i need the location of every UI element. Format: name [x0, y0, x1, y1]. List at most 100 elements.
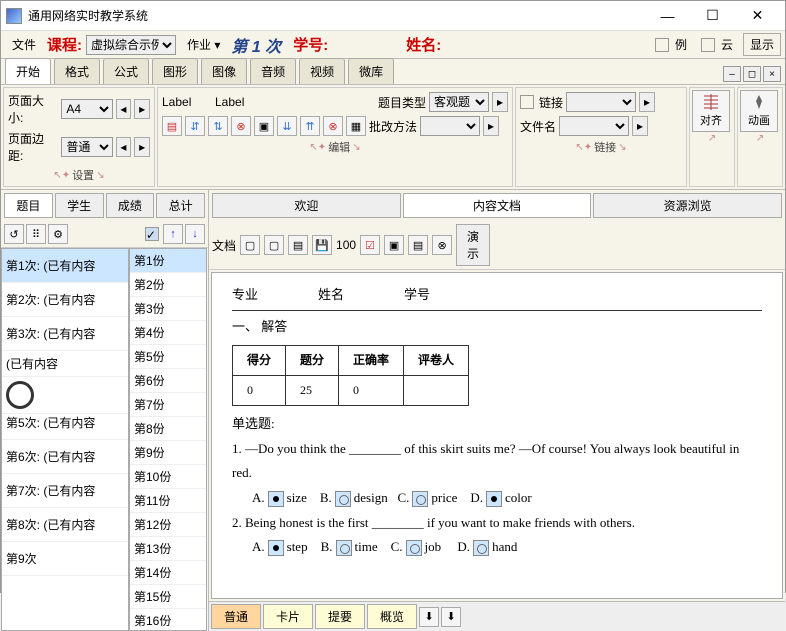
tab-video[interactable]: 视频: [299, 58, 345, 84]
bottom-btn-2[interactable]: ⬇: [441, 607, 461, 627]
btab-overview[interactable]: 概览: [367, 604, 417, 629]
align-button[interactable]: 对齐: [692, 90, 730, 132]
list-item[interactable]: 第2次: (已有内容: [2, 283, 128, 317]
list-item[interactable]: 第9份: [130, 441, 206, 465]
list-item[interactable]: 第3次: (已有内容: [2, 317, 128, 351]
page-margin-next[interactable]: ▸: [134, 137, 150, 157]
cloud-checkbox[interactable]: [701, 38, 715, 52]
list-item[interactable]: 第1次: (已有内容: [2, 249, 128, 283]
left-tab-question[interactable]: 题目: [4, 193, 53, 218]
right-tab-resource[interactable]: 资源浏览: [593, 193, 782, 218]
radio-q2-d[interactable]: [473, 540, 489, 556]
tab-format[interactable]: 格式: [54, 58, 100, 84]
list-item-loading[interactable]: [2, 377, 128, 414]
display-button[interactable]: 显示: [743, 33, 781, 56]
list-item[interactable]: 第11份: [130, 489, 206, 513]
restore-ribbon-button[interactable]: ◻: [743, 66, 761, 82]
doc-btn-4[interactable]: ▣: [384, 235, 404, 255]
doc-btn-2[interactable]: ▢: [264, 235, 284, 255]
right-tab-content[interactable]: 内容文档: [403, 193, 592, 218]
close-ribbon-button[interactable]: ×: [763, 66, 781, 82]
radio-q2-b[interactable]: [336, 540, 352, 556]
edit-btn-4[interactable]: ⊗: [231, 116, 251, 136]
tab-image[interactable]: 图像: [201, 58, 247, 84]
edit-btn-7[interactable]: ⇈: [300, 116, 320, 136]
left-tool-1[interactable]: ↺: [4, 224, 24, 244]
list-item[interactable]: 第14份: [130, 561, 206, 585]
left-tab-total[interactable]: 总计: [156, 193, 205, 218]
left-tab-grade[interactable]: 成绩: [106, 193, 155, 218]
course-select[interactable]: 虚拟综合示例: [86, 35, 176, 55]
radio-q2-a[interactable]: [268, 540, 284, 556]
example-checkbox[interactable]: [655, 38, 669, 52]
list-item[interactable]: 第8次: (已有内容: [2, 508, 128, 542]
doc-btn-6[interactable]: ⊗: [432, 235, 452, 255]
tab-shape[interactable]: 图形: [152, 58, 198, 84]
filename-go[interactable]: ▸: [632, 116, 648, 136]
document-area[interactable]: 专业 姓名 学号 一、 解答 得分题分正确率评卷人 0250 单选题: 1. —…: [211, 272, 783, 599]
edit-btn-9[interactable]: ▦: [346, 116, 366, 136]
times-list[interactable]: 第1次: (已有内容 第2次: (已有内容 第3次: (已有内容 (已有内容 第…: [1, 248, 129, 631]
list-item[interactable]: 第2份: [130, 273, 206, 297]
left-check[interactable]: ✓: [145, 227, 159, 241]
edit-btn-1[interactable]: ▤: [162, 116, 182, 136]
list-item[interactable]: 第7次: (已有内容: [2, 474, 128, 508]
file-menu[interactable]: 文件: [5, 33, 43, 56]
doc-btn-5[interactable]: ▤: [408, 235, 428, 255]
present-button[interactable]: 演示: [456, 224, 490, 266]
batch-next[interactable]: ▸: [483, 116, 499, 136]
radio-q1-c[interactable]: [412, 491, 428, 507]
radio-q1-a[interactable]: [268, 491, 284, 507]
left-tool-3[interactable]: ⚙: [48, 224, 68, 244]
batch-select[interactable]: [420, 116, 480, 136]
edit-btn-3[interactable]: ⇅: [208, 116, 228, 136]
list-item[interactable]: 第5次: (已有内容: [2, 414, 128, 440]
page-size-prev[interactable]: ◂: [116, 99, 132, 119]
list-item[interactable]: (已有内容: [2, 351, 128, 377]
doc-check[interactable]: ☑: [360, 235, 380, 255]
list-item[interactable]: 第8份: [130, 417, 206, 441]
radio-q1-d[interactable]: [486, 491, 502, 507]
btab-summary[interactable]: 提要: [315, 604, 365, 629]
list-item[interactable]: 第7份: [130, 393, 206, 417]
qtype-select[interactable]: 客观题: [429, 92, 489, 112]
minimize-button[interactable]: —: [645, 2, 690, 30]
min-ribbon-button[interactable]: –: [723, 66, 741, 82]
list-item[interactable]: 第1份: [130, 249, 206, 273]
tab-start[interactable]: 开始: [5, 58, 51, 84]
doc-btn-3[interactable]: ▤: [288, 235, 308, 255]
bottom-btn-1[interactable]: ⬇: [419, 607, 439, 627]
up-button[interactable]: ↑: [163, 224, 183, 244]
tab-audio[interactable]: 音频: [250, 58, 296, 84]
page-size-next[interactable]: ▸: [134, 99, 150, 119]
left-tab-student[interactable]: 学生: [55, 193, 104, 218]
list-item[interactable]: 第16份: [130, 609, 206, 631]
page-margin-prev[interactable]: ◂: [116, 137, 132, 157]
doc-btn-1[interactable]: ▢: [240, 235, 260, 255]
list-item[interactable]: 第3份: [130, 297, 206, 321]
page-margin-select[interactable]: 普通: [61, 137, 112, 157]
list-item[interactable]: 第9次: [2, 542, 128, 576]
edit-btn-8[interactable]: ⊗: [323, 116, 343, 136]
list-item[interactable]: 第5份: [130, 345, 206, 369]
close-button[interactable]: ✕: [735, 2, 780, 30]
list-item[interactable]: 第4份: [130, 321, 206, 345]
link-select[interactable]: [566, 92, 636, 112]
anim-button[interactable]: 动画: [740, 90, 778, 132]
tab-formula[interactable]: 公式: [103, 58, 149, 84]
parts-list[interactable]: 第1份 第2份 第3份 第4份 第5份 第6份 第7份 第8份 第9份 第10份…: [129, 248, 207, 631]
radio-q1-b[interactable]: [335, 491, 351, 507]
right-tab-welcome[interactable]: 欢迎: [212, 193, 401, 218]
homework-menu[interactable]: 作业 ▾: [180, 33, 227, 56]
filename-select[interactable]: [559, 116, 629, 136]
page-size-select[interactable]: A4: [61, 99, 112, 119]
edit-btn-5[interactable]: ▣: [254, 116, 274, 136]
left-tool-2[interactable]: ⠿: [26, 224, 46, 244]
btab-normal[interactable]: 普通: [211, 604, 261, 629]
link-checkbox[interactable]: [520, 95, 534, 109]
qtype-next[interactable]: ▸: [492, 92, 508, 112]
list-item[interactable]: 第12份: [130, 513, 206, 537]
tab-microlib[interactable]: 微库: [348, 58, 394, 84]
edit-btn-2[interactable]: ⇵: [185, 116, 205, 136]
maximize-button[interactable]: ☐: [690, 2, 735, 30]
